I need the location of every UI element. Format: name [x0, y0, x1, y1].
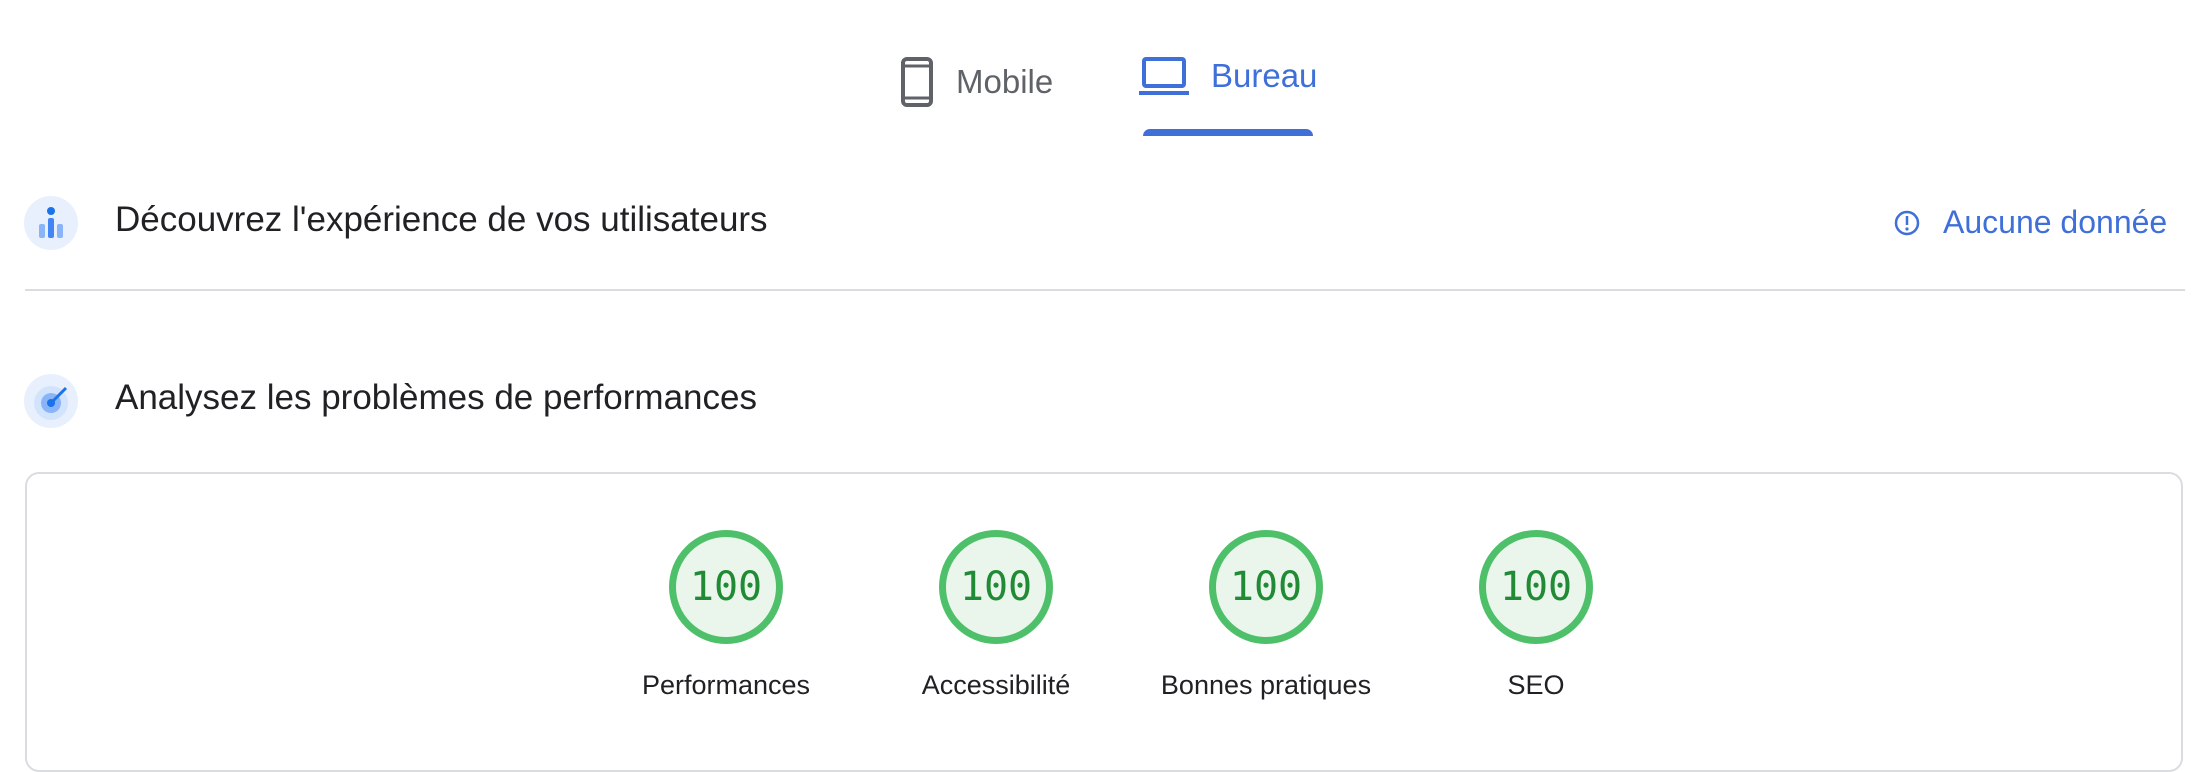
score-label: Performances — [641, 670, 811, 700]
section-divider — [25, 289, 2185, 291]
score-gauge: 100 — [939, 530, 1053, 644]
active-tab-indicator — [1143, 129, 1313, 136]
laptop-icon — [1139, 57, 1189, 95]
score-label: Bonnes pratiques — [1160, 670, 1372, 700]
tab-desktop[interactable]: Bureau — [1139, 56, 1317, 96]
phone-icon — [901, 57, 933, 107]
no-data-label: Aucune donnée — [1943, 204, 2168, 240]
score-value: 100 — [689, 564, 763, 610]
tab-desktop-label: Bureau — [1211, 57, 1318, 94]
score-value: 100 — [959, 564, 1033, 610]
info-icon — [1894, 210, 1920, 235]
score-value: 100 — [1229, 564, 1303, 610]
score-label: SEO — [1507, 670, 1565, 700]
score-label: Accessibilité — [921, 670, 1071, 700]
lab-data-title: Analysez les problèmes de performances — [115, 378, 757, 417]
scores-card: 100 Performances 100 Accessibilité 100 B… — [25, 472, 2183, 772]
no-data-link[interactable]: Aucune donnée — [1893, 204, 2167, 241]
tab-mobile[interactable]: Mobile — [900, 56, 1053, 108]
score-accessibility[interactable]: 100 Accessibilité — [871, 530, 1121, 701]
score-gauge: 100 — [1479, 530, 1593, 644]
score-gauge: 100 — [669, 530, 783, 644]
tab-mobile-label: Mobile — [956, 63, 1054, 100]
score-gauge: 100 — [1209, 530, 1323, 644]
score-value: 100 — [1499, 564, 1573, 610]
radar-icon — [24, 374, 78, 428]
field-data-title: Découvrez l'expérience de vos utilisateu… — [115, 200, 768, 239]
score-seo[interactable]: 100 SEO — [1411, 530, 1661, 701]
users-chart-icon — [24, 196, 78, 250]
score-performance[interactable]: 100 Performances — [601, 530, 851, 701]
score-best-practices[interactable]: 100 Bonnes pratiques — [1141, 530, 1391, 701]
